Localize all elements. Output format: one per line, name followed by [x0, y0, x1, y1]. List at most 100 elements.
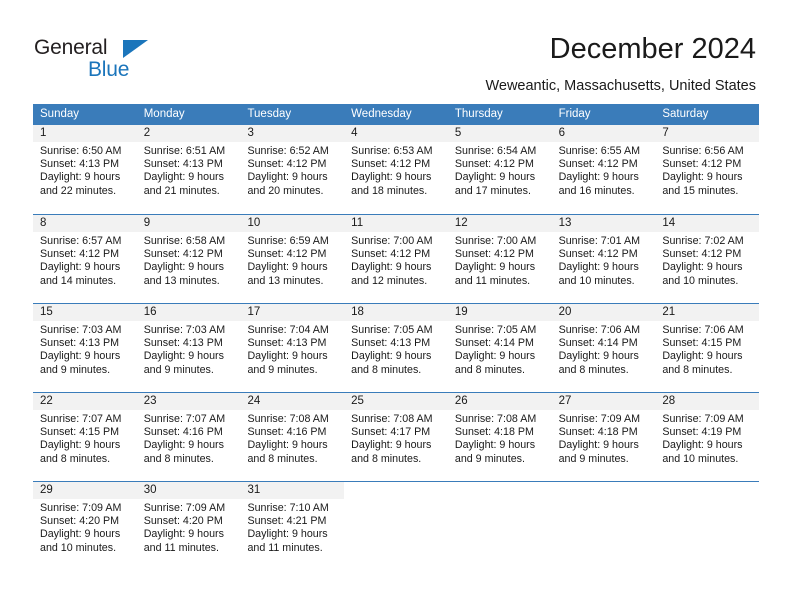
daylight-text-line1: Daylight: 9 hours	[143, 439, 224, 452]
calendar-week-row: 29 Sunrise: 7:09 AM Sunset: 4:20 PM Dayligh…	[33, 481, 760, 570]
day-number: 31	[247, 484, 261, 496]
daylight-text-line1: Daylight: 9 hours	[143, 261, 224, 274]
sunrise-text: Sunrise: 6:53 AM	[351, 145, 433, 157]
daylight-text-line1: Daylight: 9 hours	[351, 439, 432, 452]
daylight-text-line1: Daylight: 9 hours	[454, 439, 536, 452]
logo-triangle-icon	[123, 40, 148, 58]
daylight-text-line1: Daylight: 9 hours	[247, 261, 328, 274]
day-number: 5	[454, 127, 462, 139]
sunset-text: Sunset: 4:13 PM	[40, 337, 120, 350]
sunrise-text: Sunrise: 7:04 AM	[247, 324, 329, 336]
sunrise-text: Sunrise: 6:51 AM	[143, 145, 226, 157]
calendar-day-cell[interactable]: 15 Sunrise: 7:03 AM Sunset: 4:13 PM Dayligh…	[33, 304, 137, 392]
calendar-day-cell[interactable]: 25 Sunrise: 7:08 AM Sunset: 4:17 PM Dayligh…	[344, 393, 448, 481]
daylight-text-line1: Daylight: 9 hours	[247, 439, 328, 452]
daylight-text-line1: Daylight: 9 hours	[40, 171, 121, 184]
calendar-week-row: 8 Sunrise: 6:57 AM Sunset: 4:12 PM Daylight…	[33, 214, 760, 303]
calendar-day-cell[interactable]: 7 Sunrise: 6:56 AM Sunset: 4:12 PM Daylight…	[655, 125, 760, 214]
sunrise-text: Sunrise: 6:50 AM	[40, 145, 122, 157]
sunrise-text: Sunrise: 7:05 AM	[351, 324, 433, 336]
day-number: 6	[558, 127, 565, 139]
sunset-text: Sunset: 4:17 PM	[351, 426, 431, 439]
calendar-day-cell[interactable]: 18 Sunrise: 7:05 AM Sunset: 4:13 PM Dayligh…	[344, 304, 448, 392]
calendar-day-cell[interactable]: 26 Sunrise: 7:08 AM Sunset: 4:18 PM Dayligh…	[447, 393, 552, 481]
daylight-text-line1: Daylight: 9 hours	[662, 350, 743, 363]
calendar-day-cell[interactable]: 20 Sunrise: 7:06 AM Sunset: 4:14 PM Dayligh…	[551, 304, 656, 392]
day-number: 23	[143, 395, 157, 407]
calendar-day-cell[interactable]: 13 Sunrise: 7:01 AM Sunset: 4:12 PM Dayligh…	[551, 215, 656, 303]
calendar-day-cell-empty	[447, 482, 552, 570]
calendar-day-cell[interactable]: 17 Sunrise: 7:04 AM Sunset: 4:13 PM Dayligh…	[240, 304, 345, 392]
calendar-day-cell[interactable]: 3 Sunrise: 6:52 AM Sunset: 4:12 PM Daylight…	[240, 125, 345, 214]
daylight-text-line2: and 8 minutes.	[662, 363, 733, 376]
calendar-day-cell[interactable]: 30 Sunrise: 7:09 AM Sunset: 4:20 PM Dayligh…	[136, 482, 241, 570]
day-number: 19	[454, 306, 468, 318]
calendar-day-cell[interactable]: 21 Sunrise: 7:06 AM Sunset: 4:15 PM Dayligh…	[655, 304, 760, 392]
daylight-text-line1: Daylight: 9 hours	[454, 350, 536, 363]
calendar-week-row: 22 Sunrise: 7:07 AM Sunset: 4:15 PM Dayligh…	[33, 392, 760, 481]
daylight-text-line1: Daylight: 9 hours	[247, 350, 328, 363]
sunset-text: Sunset: 4:12 PM	[247, 158, 327, 171]
calendar-day-cell[interactable]: 22 Sunrise: 7:07 AM Sunset: 4:15 PM Dayligh…	[33, 393, 137, 481]
daylight-text-line2: and 15 minutes.	[662, 184, 739, 197]
daylight-text-line1: Daylight: 9 hours	[558, 171, 639, 184]
day-number: 29	[40, 484, 53, 496]
calendar-day-cell[interactable]: 24 Sunrise: 7:08 AM Sunset: 4:16 PM Dayligh…	[240, 393, 345, 481]
day-number: 25	[351, 395, 364, 407]
daylight-text-line2: and 11 minutes.	[143, 541, 219, 554]
calendar-page: General Blue December 2024 Weweantic, Ma…	[0, 0, 792, 612]
daylight-text-line2: and 22 minutes.	[40, 184, 117, 197]
general-blue-logo[interactable]: General Blue	[34, 36, 214, 88]
calendar-day-cell[interactable]: 23 Sunrise: 7:07 AM Sunset: 4:16 PM Dayligh…	[136, 393, 241, 481]
day-number: 9	[143, 217, 151, 229]
sunset-text: Sunset: 4:19 PM	[662, 426, 742, 439]
calendar-day-cell[interactable]: 11 Sunrise: 7:00 AM Sunset: 4:12 PM Dayligh…	[344, 215, 448, 303]
day-number: 12	[454, 217, 468, 229]
daylight-text-line2: and 17 minutes.	[454, 184, 531, 197]
sunrise-text: Sunrise: 7:08 AM	[454, 413, 537, 425]
weekday-header-saturday: Saturday	[662, 108, 709, 120]
calendar-day-cell[interactable]: 28 Sunrise: 7:09 AM Sunset: 4:19 PM Dayligh…	[655, 393, 760, 481]
calendar-day-cell-empty	[551, 482, 656, 570]
sunrise-text: Sunrise: 7:02 AM	[662, 235, 744, 247]
daylight-text-line1: Daylight: 9 hours	[143, 528, 224, 541]
day-number: 7	[662, 127, 669, 139]
calendar-day-cell[interactable]: 8 Sunrise: 6:57 AM Sunset: 4:12 PM Daylight…	[33, 215, 137, 303]
calendar-day-cell[interactable]: 1 Sunrise: 6:50 AM Sunset: 4:13 PM Daylight…	[33, 125, 137, 214]
day-number: 28	[662, 395, 676, 407]
calendar-day-cell[interactable]: 29 Sunrise: 7:09 AM Sunset: 4:20 PM Dayligh…	[33, 482, 137, 570]
day-number: 24	[247, 395, 261, 407]
calendar-day-cell[interactable]: 27 Sunrise: 7:09 AM Sunset: 4:18 PM Dayligh…	[551, 393, 656, 481]
calendar-day-cell[interactable]: 16 Sunrise: 7:03 AM Sunset: 4:13 PM Dayligh…	[136, 304, 241, 392]
daylight-text-line2: and 20 minutes.	[247, 184, 324, 197]
calendar-day-cell[interactable]: 19 Sunrise: 7:05 AM Sunset: 4:14 PM Dayligh…	[447, 304, 552, 392]
calendar-day-cell[interactable]: 2 Sunrise: 6:51 AM Sunset: 4:13 PM Daylight…	[136, 125, 241, 214]
sunset-text: Sunset: 4:14 PM	[558, 337, 638, 350]
sunrise-text: Sunrise: 7:09 AM	[662, 413, 744, 425]
sunrise-text: Sunrise: 6:59 AM	[247, 235, 329, 247]
sunrise-text: Sunrise: 7:01 AM	[558, 235, 640, 247]
daylight-text-line1: Daylight: 9 hours	[351, 350, 432, 363]
sunset-text: Sunset: 4:13 PM	[351, 337, 431, 350]
calendar-day-cell[interactable]: 31 Sunrise: 7:10 AM Sunset: 4:21 PM Dayligh…	[240, 482, 345, 570]
calendar-day-cell[interactable]: 14 Sunrise: 7:02 AM Sunset: 4:12 PM Dayligh…	[655, 215, 760, 303]
calendar-day-cell[interactable]: 9 Sunrise: 6:58 AM Sunset: 4:12 PM Daylight…	[136, 215, 241, 303]
sunset-text: Sunset: 4:14 PM	[454, 337, 534, 350]
sunrise-text: Sunrise: 6:57 AM	[40, 235, 122, 247]
calendar-day-cell[interactable]: 10 Sunrise: 6:59 AM Sunset: 4:12 PM Dayligh…	[240, 215, 345, 303]
daylight-text-line2: and 8 minutes.	[351, 363, 422, 376]
calendar-day-cell[interactable]: 6 Sunrise: 6:55 AM Sunset: 4:12 PM Daylight…	[551, 125, 656, 214]
page-subtitle-location: Weweantic, Massachusetts, United States	[485, 78, 756, 94]
sunrise-text: Sunrise: 6:58 AM	[143, 235, 226, 247]
daylight-text-line1: Daylight: 9 hours	[454, 261, 536, 274]
sunset-text: Sunset: 4:20 PM	[143, 515, 223, 528]
weekday-header-thursday: Thursday	[454, 108, 503, 120]
calendar-day-cell[interactable]: 12 Sunrise: 7:00 AM Sunset: 4:12 PM Dayligh…	[447, 215, 552, 303]
logo-text-blue: Blue	[88, 58, 130, 81]
day-number: 30	[143, 484, 157, 496]
calendar-day-cell[interactable]: 4 Sunrise: 6:53 AM Sunset: 4:12 PM Daylight…	[344, 125, 448, 214]
daylight-text-line2: and 13 minutes.	[247, 274, 324, 287]
calendar-day-cell[interactable]: 5 Sunrise: 6:54 AM Sunset: 4:12 PM Daylight…	[447, 125, 552, 214]
daylight-text-line1: Daylight: 9 hours	[662, 261, 743, 274]
daylight-text-line2: and 8 minutes.	[558, 363, 629, 376]
